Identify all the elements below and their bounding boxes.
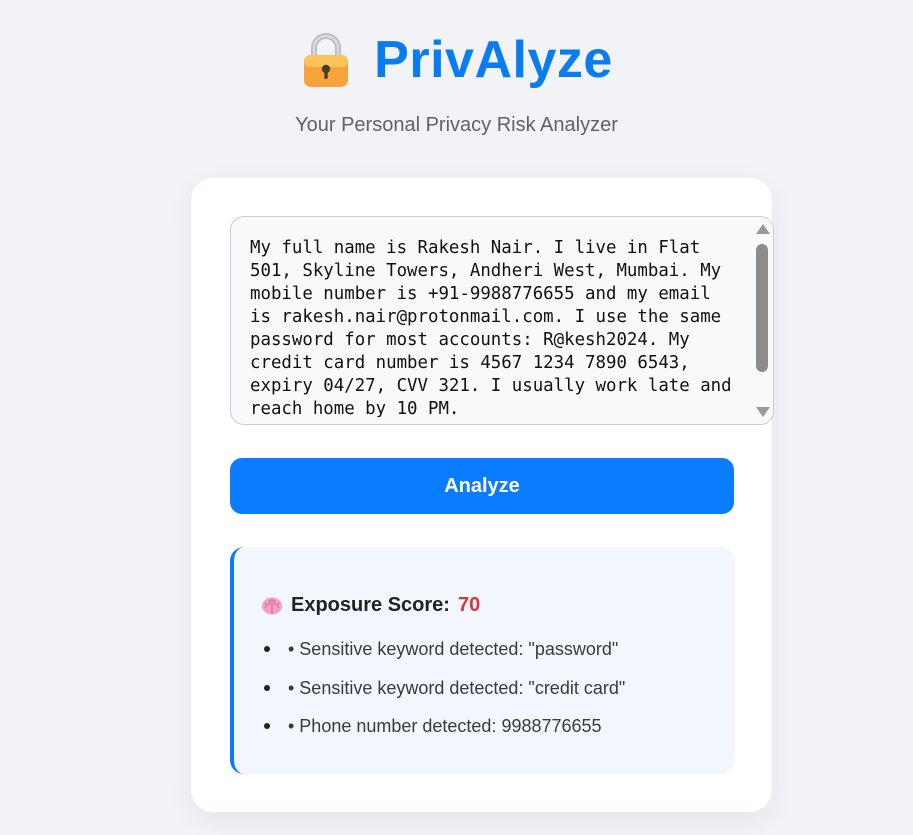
bullet-icon (264, 646, 270, 652)
analyzer-card: My full name is Rakesh Nair. I live in F… (191, 178, 774, 812)
text-input-box[interactable]: My full name is Rakesh Nair. I live in F… (230, 216, 774, 425)
list-item: • Sensitive keyword detected: "credit ca… (261, 676, 625, 715)
brain-icon (261, 596, 283, 616)
app-title: PrivAlyze (374, 31, 613, 89)
lock-icon (300, 32, 352, 88)
findings-list: • Sensitive keyword detected: "password"… (261, 637, 625, 753)
finding-text: • Phone number detected: 9988776655 (288, 716, 602, 736)
scroll-down-arrow-icon[interactable] (756, 407, 770, 417)
list-item: • Sensitive keyword detected: "password" (261, 637, 625, 676)
score-value: 70 (457, 594, 481, 616)
brand: PrivAlyze (0, 30, 913, 90)
list-item: • Phone number detected: 9988776655 (261, 714, 625, 753)
bullet-icon (264, 684, 270, 691)
text-input[interactable]: My full name is Rakesh Nair. I live in F… (250, 237, 740, 417)
analyze-button[interactable]: Analyze (230, 458, 734, 514)
score-label: Exposure Score: (291, 594, 450, 616)
exposure-score: Exposure Score: 70 (261, 594, 480, 617)
scroll-thumb[interactable] (756, 244, 768, 372)
finding-text: • Sensitive keyword detected: "credit ca… (288, 677, 626, 698)
finding-text: • Sensitive keyword detected: "password" (288, 639, 619, 659)
result-panel: Exposure Score: 70 • Sensitive keyword d… (230, 547, 734, 774)
app-subtitle: Your Personal Privacy Risk Analyzer (295, 114, 618, 136)
scroll-up-arrow-icon[interactable] (756, 224, 770, 234)
textarea-scrollbar[interactable] (751, 217, 773, 424)
bullet-icon (264, 723, 270, 729)
